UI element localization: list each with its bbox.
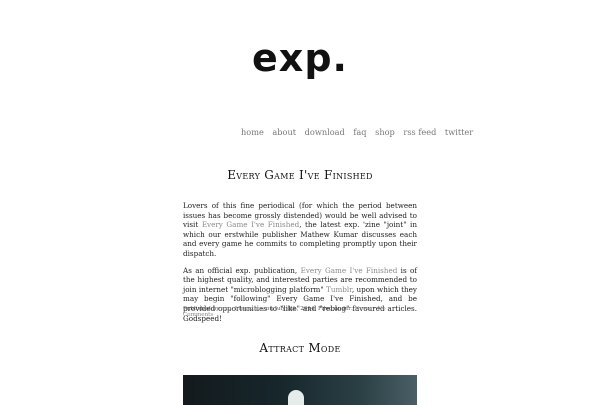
post-paragraph: Lovers of this fine periodical (for whic… [183,201,417,259]
nav-home[interactable]: home [241,127,264,137]
nav-twitter[interactable]: twitter [445,127,473,137]
every-game-link[interactable]: Every Game I've Finished [202,220,299,229]
site-logo[interactable]: exp. [0,36,600,80]
nav-shop[interactable]: shop [375,127,395,137]
nav-about[interactable]: about [272,127,296,137]
main-nav: home about download faq shop rss feed tw… [241,127,473,137]
tumblr-link[interactable]: Tumblr [326,285,352,294]
every-game-link[interactable]: Every Game I've Finished [301,266,398,275]
post-meta: Published by exp. Magazine, on July 8th,… [183,306,417,318]
meta-date: , on July 8th, 2014. Filed under: [262,306,355,312]
category-link[interactable]: News [355,306,371,312]
post-title[interactable]: Attract Mode [183,341,417,355]
nav-download[interactable]: download [305,127,345,137]
post-title[interactable]: Every Game I've Finished [183,168,417,182]
nav-rss-feed[interactable]: rss feed [403,127,436,137]
image-shape [288,390,304,405]
post-image [183,375,417,405]
paragraph-text: As an official exp. publication, [183,265,301,275]
nav-faq[interactable]: faq [353,127,366,137]
author-link[interactable]: exp. Magazine [221,306,262,312]
